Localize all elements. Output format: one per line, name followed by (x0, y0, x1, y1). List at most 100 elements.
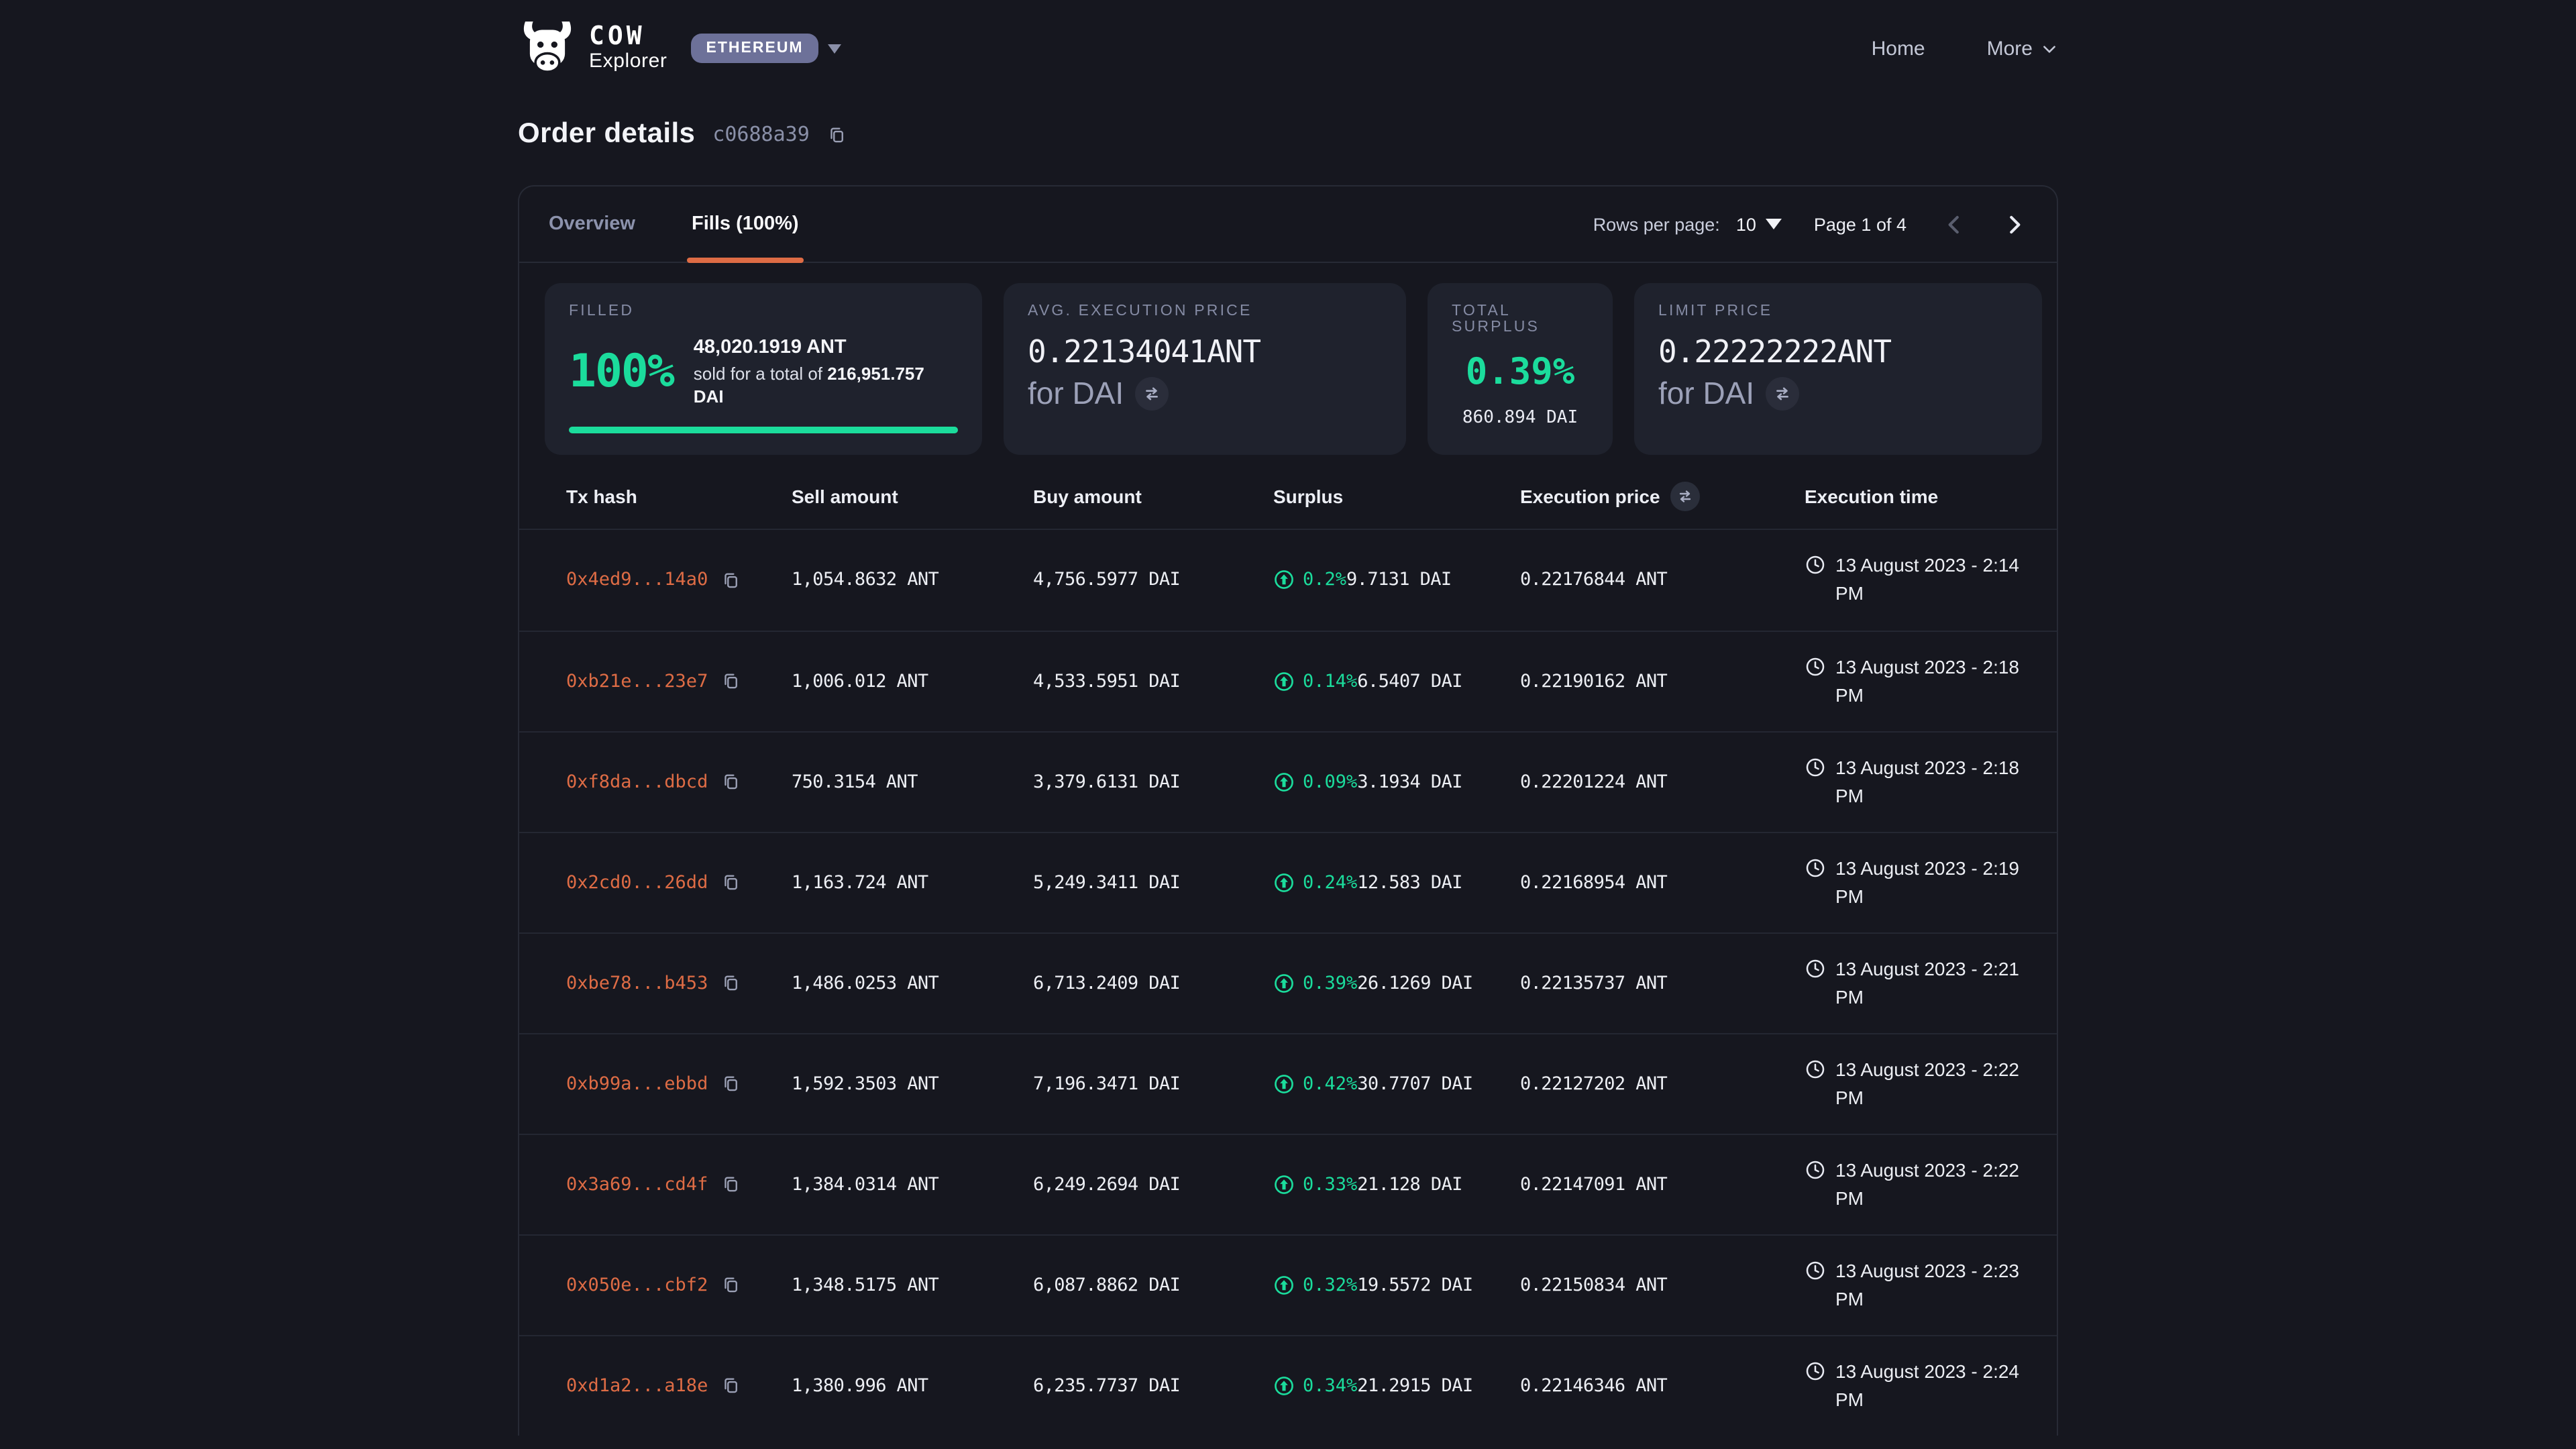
col-buy-amount: Buy amount (1033, 486, 1273, 507)
avg-execution-price-value: 0.22134041ANT (1028, 335, 1382, 370)
invert-limit-price-button[interactable] (1765, 377, 1799, 411)
invert-price-button[interactable] (1134, 377, 1168, 411)
filled-sold-prefix: sold for a total of (694, 363, 827, 383)
clock-icon (1805, 554, 1826, 576)
network-selector[interactable]: ETHEREUM (692, 34, 841, 63)
rows-per-page-select[interactable]: 10 (1736, 214, 1782, 234)
surplus-percent: 0.32% (1303, 1274, 1357, 1295)
surplus-amount: 21.2915 DAI (1357, 1375, 1472, 1396)
tx-hash-link[interactable]: 0xf8da...dbcd (566, 771, 708, 792)
tab-overview[interactable]: Overview (549, 186, 635, 262)
tx-hash-link[interactable]: 0x2cd0...26dd (566, 871, 708, 893)
copy-tx-hash-button[interactable] (720, 1174, 740, 1194)
tx-hash-link[interactable]: 0x3a69...cd4f (566, 1173, 708, 1195)
tx-hash-cell: 0x3a69...cd4f (566, 1173, 792, 1195)
rows-per-page-label: Rows per page: (1593, 214, 1720, 234)
sell-amount-cell: 1,006.012 ANT (792, 670, 1033, 692)
execution-price-cell: 0.22146346 ANT (1520, 1375, 1805, 1396)
tx-hash-link[interactable]: 0xb99a...ebbd (566, 1073, 708, 1094)
surplus-amount: 30.7707 DAI (1357, 1073, 1472, 1094)
buy-amount-cell: 6,713.2409 DAI (1033, 972, 1273, 994)
execution-time-cell: 13 August 2023 - 2:19 PM (1805, 854, 2030, 910)
top-header: COW Explorer ETHEREUM Home More (518, 0, 2058, 78)
execution-time-text: 13 August 2023 - 2:23 PM (1835, 1256, 2030, 1313)
sell-amount-cell: 1,348.5175 ANT (792, 1274, 1033, 1295)
logo-text: COW Explorer (589, 24, 667, 72)
rows-per-page-value: 10 (1736, 214, 1756, 234)
network-badge[interactable]: ETHEREUM (692, 34, 818, 63)
tx-hash-link[interactable]: 0x4ed9...14a0 (566, 569, 708, 590)
surplus-up-arrow-icon (1273, 1375, 1295, 1396)
tx-hash-link[interactable]: 0xb21e...23e7 (566, 670, 708, 692)
buy-amount-cell: 7,196.3471 DAI (1033, 1073, 1273, 1094)
tab-fills[interactable]: Fills (100%) (692, 186, 799, 262)
copy-order-id-button[interactable] (827, 124, 847, 144)
execution-time-cell: 13 August 2023 - 2:18 PM (1805, 753, 2030, 810)
surplus-amount: 21.128 DAI (1357, 1173, 1462, 1195)
buy-amount-cell: 4,756.5977 DAI (1033, 569, 1273, 590)
buy-amount-cell: 3,379.6131 DAI (1033, 771, 1273, 792)
order-panel: Overview Fills (100%) Rows per page: 10 … (518, 185, 2058, 1435)
surplus-percent: 0.2% (1303, 569, 1346, 590)
copy-icon (720, 872, 740, 892)
clock-icon (1805, 1259, 1826, 1281)
filled-label: FILLED (569, 303, 958, 319)
copy-tx-hash-button[interactable] (720, 1275, 740, 1295)
brand-group: COW Explorer ETHEREUM (518, 19, 841, 78)
copy-icon (720, 771, 740, 792)
filled-card: FILLED 100% 48,020.1919 ANT sold for a t… (545, 283, 982, 454)
surplus-percent: 0.42% (1303, 1073, 1357, 1094)
tx-hash-link[interactable]: 0x050e...cbf2 (566, 1274, 708, 1295)
surplus-up-arrow-icon (1273, 1173, 1295, 1195)
clock-icon (1805, 756, 1826, 777)
order-id: c0688a39 (712, 122, 810, 146)
execution-time-text: 13 August 2023 - 2:19 PM (1835, 854, 2030, 910)
tx-hash-link[interactable]: 0xd1a2...a18e (566, 1375, 708, 1396)
copy-tx-hash-button[interactable] (720, 671, 740, 691)
sell-amount-cell: 1,054.8632 ANT (792, 569, 1033, 590)
surplus-cell: 0.09% 3.1934 DAI (1273, 771, 1520, 792)
buy-amount-cell: 4,533.5951 DAI (1033, 670, 1273, 692)
copy-tx-hash-button[interactable] (720, 570, 740, 590)
buy-amount-cell: 6,087.8862 DAI (1033, 1274, 1273, 1295)
stats-row: FILLED 100% 48,020.1919 ANT sold for a t… (519, 263, 2057, 454)
swap-arrows-icon (1773, 385, 1790, 402)
table-row: 0xd1a2...a18e 1,380.996 ANT 6,235.7737 D… (519, 1334, 2057, 1435)
execution-time-text: 13 August 2023 - 2:18 PM (1835, 653, 2030, 709)
nav-more-label: More (1987, 37, 2033, 60)
cow-explorer-app: COW Explorer ETHEREUM Home More Order de… (0, 0, 2576, 1449)
copy-tx-hash-button[interactable] (720, 1073, 740, 1093)
avg-execution-price-unit: for DAI (1028, 376, 1382, 412)
invert-execution-price-button[interactable] (1671, 482, 1701, 511)
clock-icon (1805, 1058, 1826, 1079)
logo-subtitle: Explorer (589, 51, 667, 72)
col-execution-time: Execution time (1805, 486, 2030, 507)
surplus-cell: 0.34% 21.2915 DAI (1273, 1375, 1520, 1396)
nav-home-link[interactable]: Home (1872, 37, 1925, 60)
cow-explorer-logo[interactable]: COW Explorer (518, 19, 667, 78)
surplus-amount: 26.1269 DAI (1357, 972, 1472, 994)
surplus-cell: 0.14% 6.5407 DAI (1273, 670, 1520, 692)
sell-amount-cell: 1,592.3503 ANT (792, 1073, 1033, 1094)
copy-tx-hash-button[interactable] (720, 1375, 740, 1395)
copy-tx-hash-button[interactable] (720, 872, 740, 892)
limit-price-label: LIMIT PRICE (1658, 303, 2018, 319)
filled-content: 100% 48,020.1919 ANT sold for a total of… (569, 335, 958, 409)
previous-page-button[interactable] (1941, 211, 1967, 237)
buy-amount-cell: 6,235.7737 DAI (1033, 1375, 1273, 1396)
title-row: Order details c0688a39 (518, 118, 2058, 150)
tx-hash-link[interactable]: 0xbe78...b453 (566, 972, 708, 994)
nav-more-menu[interactable]: More (1987, 37, 2058, 60)
sell-amount-cell: 1,163.724 ANT (792, 871, 1033, 893)
execution-time-cell: 13 August 2023 - 2:18 PM (1805, 653, 2030, 709)
next-page-button[interactable] (2002, 211, 2027, 237)
surplus-up-arrow-icon (1273, 1073, 1295, 1094)
copy-tx-hash-button[interactable] (720, 771, 740, 792)
surplus-cell: 0.39% 26.1269 DAI (1273, 972, 1520, 994)
copy-icon (720, 1073, 740, 1093)
tx-hash-cell: 0x2cd0...26dd (566, 871, 792, 893)
copy-tx-hash-button[interactable] (720, 973, 740, 993)
execution-price-cell: 0.22201224 ANT (1520, 771, 1805, 792)
execution-time-text: 13 August 2023 - 2:21 PM (1835, 955, 2030, 1011)
avg-price-unit-text: for DAI (1028, 376, 1124, 412)
